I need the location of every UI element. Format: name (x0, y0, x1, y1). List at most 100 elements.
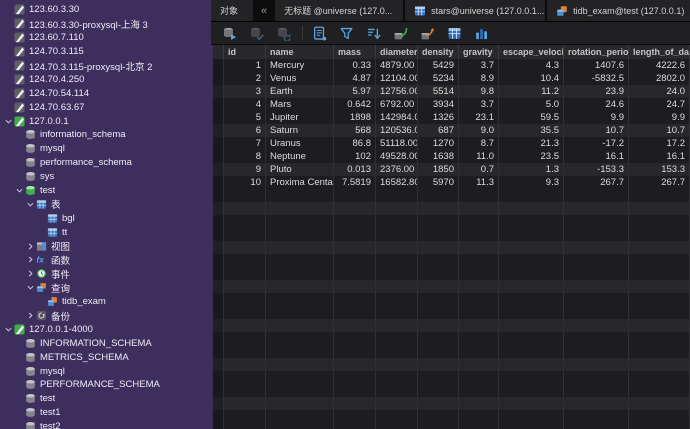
cell-density[interactable]: 5514 (418, 85, 459, 98)
cell-length_of_day[interactable]: 10.7 (629, 124, 690, 137)
tree-item-124.70.54.114[interactable]: 124.70.54.114 (0, 86, 211, 100)
column-header-escape_velocity[interactable]: escape_velocity (499, 45, 564, 59)
expand-chevron-down-icon[interactable] (3, 326, 13, 333)
cell-name[interactable]: Mercury (266, 59, 334, 72)
tree-item-127.0.0.1-4000[interactable]: 127.0.0.1-4000 (0, 322, 211, 336)
cell-name[interactable]: Venus (266, 72, 334, 85)
column-header-gravity[interactable]: gravity (459, 45, 499, 59)
column-header-mass[interactable]: mass (334, 45, 376, 59)
cell-rotation_period[interactable]: 24.6 (564, 98, 629, 111)
cell-escape_velocity[interactable]: 5.0 (499, 98, 564, 111)
import-button[interactable] (392, 25, 409, 42)
tree-item-performance_schema[interactable]: PERFORMANCE_SCHEMA (0, 378, 211, 392)
cell-id[interactable]: 3 (224, 85, 266, 98)
cell-length_of_day[interactable]: 9.9 (629, 111, 690, 124)
tree-item-test[interactable]: test (0, 184, 211, 198)
cell-gravity[interactable]: 23.1 (459, 111, 499, 124)
tree-item-123.60.3.30-proxysql-上海-3[interactable]: 123.60.3.30-proxysql-上海 3 (0, 17, 211, 31)
tab-nav-back-icon[interactable]: « (255, 0, 273, 21)
tree-item-bgl[interactable]: bgl (0, 211, 211, 225)
cell-mass[interactable]: 1898 (334, 111, 376, 124)
commit-button[interactable] (248, 25, 265, 42)
column-header-id[interactable]: id (224, 45, 266, 59)
cell-id[interactable]: 7 (224, 137, 266, 150)
cell-gravity[interactable]: 11.3 (459, 176, 499, 189)
tree-item-123.60.3.30[interactable]: 123.60.3.30 (0, 3, 211, 17)
cell-gravity[interactable]: 3.7 (459, 59, 499, 72)
tree-item-information_schema[interactable]: INFORMATION_SCHEMA (0, 336, 211, 350)
cell-mass[interactable]: 0.642 (334, 98, 376, 111)
cell-gravity[interactable]: 3.7 (459, 98, 499, 111)
cell-length_of_day[interactable]: 24.7 (629, 98, 690, 111)
cell-rotation_period[interactable]: -17.2 (564, 137, 629, 150)
cell-name[interactable]: Proxima Centauri b (266, 176, 334, 189)
tree-item-mysql[interactable]: mysql (0, 142, 211, 156)
cell-rotation_period[interactable]: 10.7 (564, 124, 629, 137)
tree-item-查询[interactable]: 查询 (0, 281, 211, 295)
cell-length_of_day[interactable]: 4222.6 (629, 59, 690, 72)
cell-id[interactable]: 10 (224, 176, 266, 189)
cell-id[interactable]: 4 (224, 98, 266, 111)
cell-escape_velocity[interactable]: 59.5 (499, 111, 564, 124)
cell-diameter[interactable]: 2376.00 (376, 163, 418, 176)
cell-diameter[interactable]: 12756.00 (376, 85, 418, 98)
cell-diameter[interactable]: 6792.00 (376, 98, 418, 111)
cell-diameter[interactable]: 142984.00 (376, 111, 418, 124)
cell-density[interactable]: 1270 (418, 137, 459, 150)
cell-rotation_period[interactable]: -5832.5 (564, 72, 629, 85)
cell-length_of_day[interactable]: 24.0 (629, 85, 690, 98)
cell-escape_velocity[interactable]: 10.4 (499, 72, 564, 85)
tree-item-124.70.63.67[interactable]: 124.70.63.67 (0, 100, 211, 114)
cell-name[interactable]: Pluto (266, 163, 334, 176)
cell-id[interactable]: 8 (224, 150, 266, 163)
cell-name[interactable]: Neptune (266, 150, 334, 163)
tree-item-127.0.0.1[interactable]: 127.0.0.1 (0, 114, 211, 128)
column-header-length_of_day[interactable]: length_of_day (629, 45, 690, 59)
cell-rotation_period[interactable]: 23.9 (564, 85, 629, 98)
cell-gravity[interactable]: 9.8 (459, 85, 499, 98)
expand-chevron-right-icon[interactable] (25, 256, 35, 263)
expand-chevron-right-icon[interactable] (25, 243, 35, 250)
cell-diameter[interactable]: 49528.00 (376, 150, 418, 163)
cell-name[interactable]: Earth (266, 85, 334, 98)
cell-id[interactable]: 5 (224, 111, 266, 124)
cell-rotation_period[interactable]: 9.9 (564, 111, 629, 124)
cell-diameter[interactable]: 12104.00 (376, 72, 418, 85)
cell-mass[interactable]: 4.87 (334, 72, 376, 85)
column-header-diameter[interactable]: diameter (376, 45, 418, 59)
tree-item-表[interactable]: 表 (0, 197, 211, 211)
cell-mass[interactable]: 5.97 (334, 85, 376, 98)
tree-item-124.70.4.250[interactable]: 124.70.4.250 (0, 72, 211, 86)
cell-diameter[interactable]: 51118.00 (376, 137, 418, 150)
cell-gravity[interactable]: 11.0 (459, 150, 499, 163)
cell-length_of_day[interactable]: 16.1 (629, 150, 690, 163)
tree-item-test[interactable]: test (0, 392, 211, 406)
cell-gravity[interactable]: 0.7 (459, 163, 499, 176)
column-header-rotation_period[interactable]: rotation_period (564, 45, 629, 59)
tree-item-test2[interactable]: test2 (0, 420, 211, 429)
tree-item-tt[interactable]: tt (0, 225, 211, 239)
tree-item-123.60.7.110[interactable]: 123.60.7.110 (0, 31, 211, 45)
cell-name[interactable]: Mars (266, 98, 334, 111)
cell-density[interactable]: 5970 (418, 176, 459, 189)
cell-id[interactable]: 2 (224, 72, 266, 85)
tree-item-mysql[interactable]: mysql (0, 364, 211, 378)
cell-mass[interactable]: 7.5819 (334, 176, 376, 189)
tab-stars-table[interactable]: stars@universe (127.0.0.1... (405, 0, 545, 21)
cell-length_of_day[interactable]: 267.7 (629, 176, 690, 189)
cell-gravity[interactable]: 8.9 (459, 72, 499, 85)
cell-name[interactable]: Jupiter (266, 111, 334, 124)
cell-name[interactable]: Saturn (266, 124, 334, 137)
cell-mass[interactable]: 568 (334, 124, 376, 137)
cell-escape_velocity[interactable]: 9.3 (499, 176, 564, 189)
cell-rotation_period[interactable]: -153.3 (564, 163, 629, 176)
tab-objects[interactable]: 对象 (211, 0, 253, 21)
column-header-density[interactable]: density (418, 45, 459, 59)
cell-diameter[interactable]: 16582.80 (376, 176, 418, 189)
cell-escape_velocity[interactable]: 35.5 (499, 124, 564, 137)
cell-mass[interactable]: 0.33 (334, 59, 376, 72)
column-header-name[interactable]: name (266, 45, 334, 59)
expand-chevron-down-icon[interactable] (25, 201, 35, 208)
tree-item-information_schema[interactable]: information_schema (0, 128, 211, 142)
expand-chevron-right-icon[interactable] (25, 312, 35, 319)
